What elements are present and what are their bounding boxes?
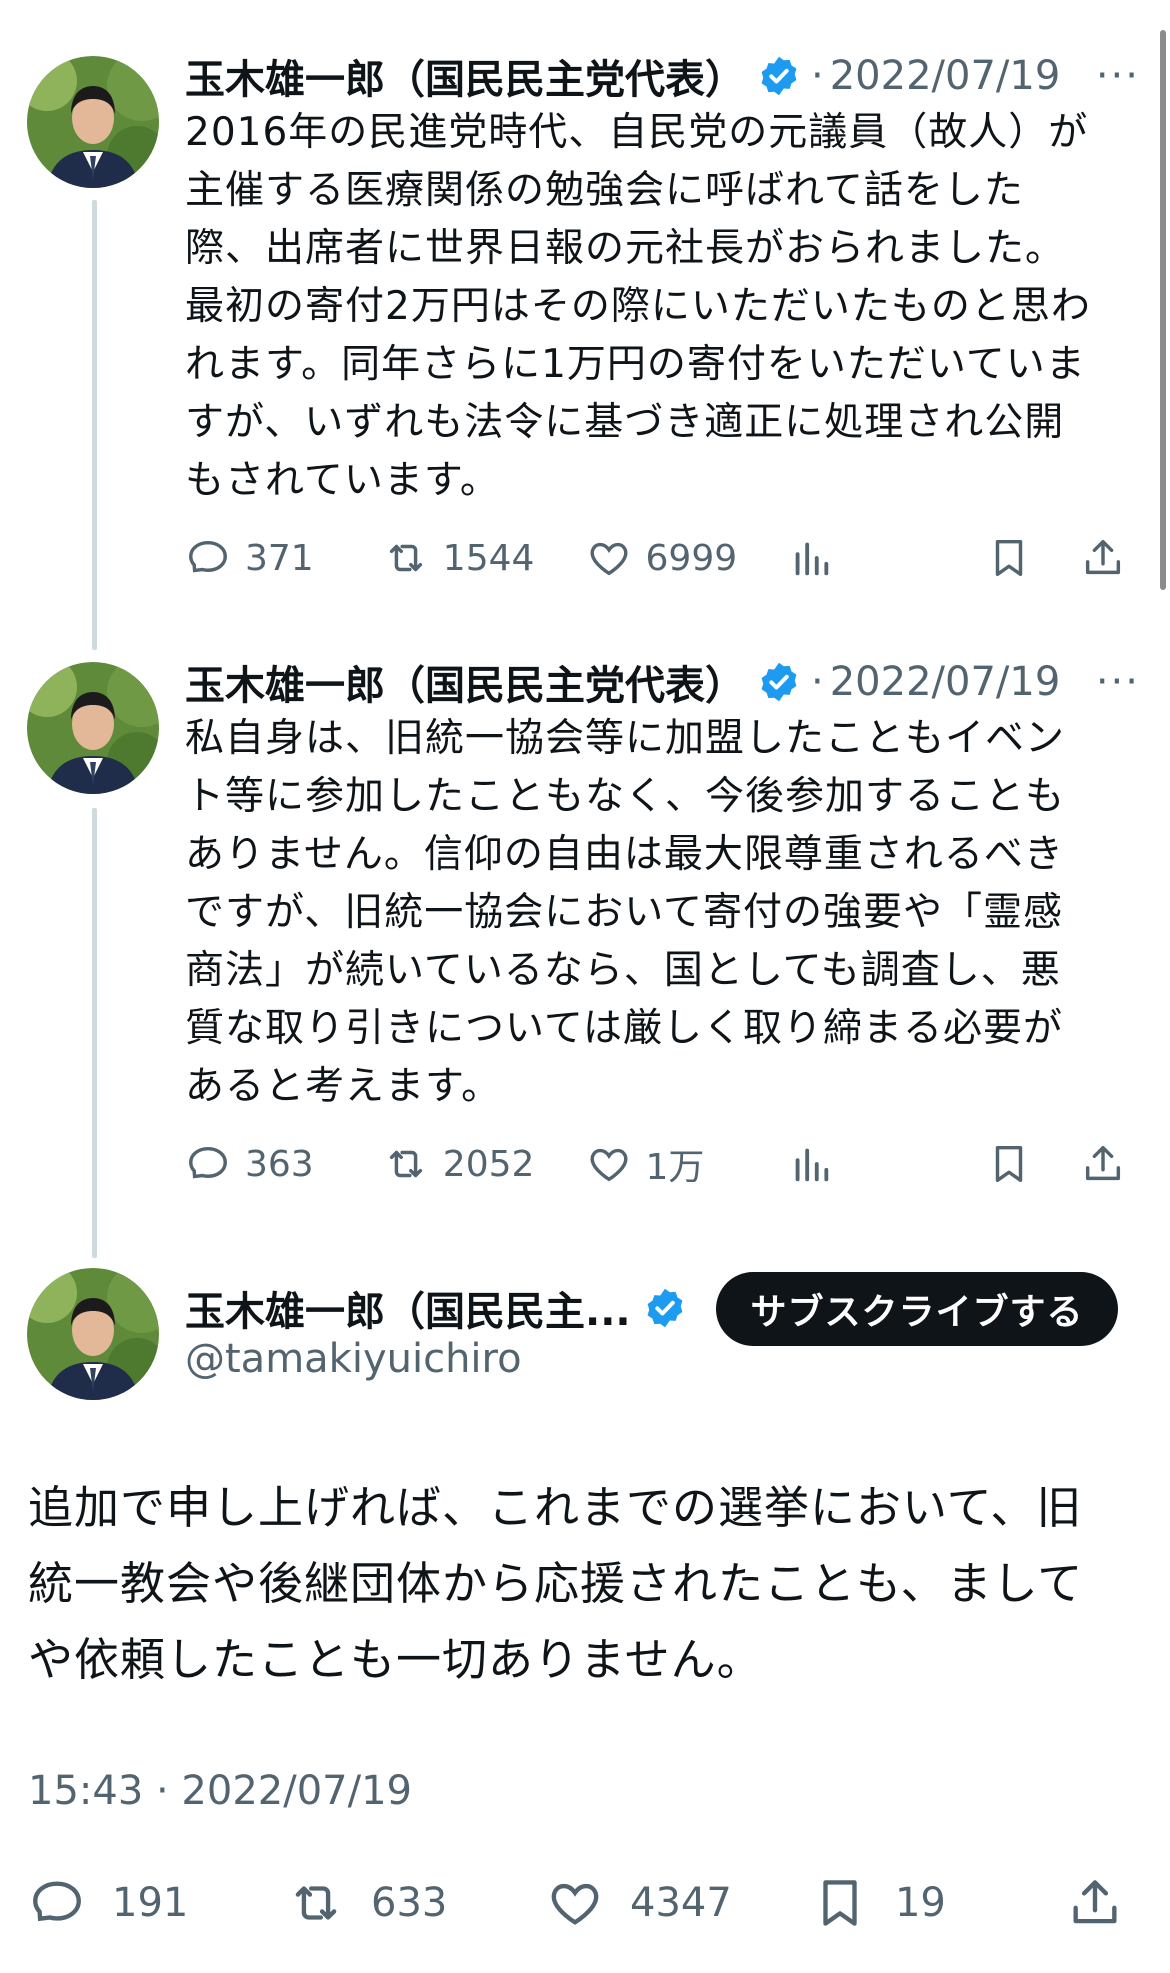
reply-icon — [185, 535, 231, 581]
like-icon — [586, 535, 632, 581]
bookmark-button[interactable] — [986, 1141, 1080, 1187]
more-icon[interactable]: ··· — [1096, 659, 1140, 705]
thread-connector-line — [92, 200, 97, 650]
retweet-button[interactable]: 2052 — [383, 1141, 586, 1187]
share-button[interactable] — [1066, 1874, 1150, 1932]
author-handle[interactable]: @tamakiyuichiro — [185, 1336, 522, 1382]
tweet-date[interactable]: 2022/07/19 — [830, 53, 1061, 99]
tweet-actions: 363 2052 1万 — [185, 1134, 1140, 1194]
thread-connector-line — [92, 808, 97, 1258]
separator: · — [811, 659, 824, 705]
main-tweet-actions: 191 633 4347 19 — [28, 1868, 1150, 1938]
scrollbar[interactable] — [1160, 30, 1166, 590]
reply-icon — [28, 1874, 86, 1932]
like-button[interactable]: 1万 — [586, 1138, 789, 1190]
tweet-header: 玉木雄一郎（国民民主党代表） · 2022/07/19 ··· — [185, 654, 1140, 710]
author-name[interactable]: 玉木雄一郎（国民民主党代表） — [185, 653, 745, 711]
share-button[interactable] — [1080, 1141, 1140, 1187]
retweet-button[interactable]: 1544 — [383, 535, 586, 581]
avatar[interactable] — [27, 662, 159, 794]
retweet-count: 1544 — [442, 537, 535, 579]
tweet-actions: 371 1544 6999 — [185, 528, 1140, 588]
reply-button[interactable]: 191 — [28, 1874, 287, 1932]
reply-icon — [185, 1141, 231, 1187]
bookmark-icon — [811, 1874, 869, 1932]
views-button[interactable] — [788, 535, 986, 581]
reply-count: 371 — [245, 537, 314, 579]
tweet-timestamp[interactable]: 15:43 · 2022/07/19 — [28, 1768, 412, 1814]
tweet-header: 玉木雄一郎（国民民主党代表） · 2022/07/19 ··· — [185, 48, 1140, 104]
verified-icon — [757, 54, 801, 98]
reply-count: 363 — [245, 1143, 314, 1185]
tweet-text: 2016年の民進党時代、自民党の元議員（故人）が 主催する医療関係の勉強会に呼ば… — [185, 110, 1091, 503]
tweet-text: 私自身は、旧統一協会等に加盟したこともイベン ト等に参加したこともなく、今後参加… — [185, 716, 1066, 1109]
like-icon — [586, 1141, 632, 1187]
bookmark-button[interactable] — [986, 535, 1080, 581]
bookmark-button[interactable]: 19 — [811, 1874, 1066, 1932]
like-count: 6999 — [645, 537, 738, 579]
bookmark-icon — [986, 1141, 1032, 1187]
views-icon — [788, 535, 834, 581]
retweet-icon — [287, 1874, 345, 1932]
verified-icon — [757, 660, 801, 704]
reply-button[interactable]: 371 — [185, 535, 383, 581]
tweet-date[interactable]: 2022/07/19 — [830, 659, 1061, 705]
bookmark-count: 19 — [894, 1880, 946, 1926]
views-button[interactable] — [788, 1141, 986, 1187]
like-button[interactable]: 4347 — [546, 1874, 811, 1932]
like-count: 4347 — [630, 1880, 732, 1926]
retweet-icon — [383, 535, 429, 581]
reply-button[interactable]: 363 — [185, 1141, 383, 1187]
main-tweet-header: 玉木雄一郎（国民民主... — [185, 1280, 697, 1336]
author-name[interactable]: 玉木雄一郎（国民民主党代表） — [185, 47, 745, 105]
views-icon — [788, 1141, 834, 1187]
author-name[interactable]: 玉木雄一郎（国民民主... — [185, 1279, 631, 1337]
main-tweet-text: 追加で申し上げれば、これまでの選挙において、旧 統一教会や後継団体から応援された… — [28, 1481, 1084, 1686]
verified-icon — [643, 1286, 687, 1330]
retweet-icon — [383, 1141, 429, 1187]
share-icon — [1080, 535, 1126, 581]
share-button[interactable] — [1080, 535, 1140, 581]
subscribe-button[interactable]: サブスクライブする — [716, 1272, 1118, 1346]
share-icon — [1080, 1141, 1126, 1187]
retweet-button[interactable]: 633 — [287, 1874, 546, 1932]
like-icon — [546, 1874, 604, 1932]
retweet-count: 2052 — [442, 1143, 535, 1185]
avatar[interactable] — [27, 1268, 159, 1400]
retweet-count: 633 — [371, 1880, 448, 1926]
like-button[interactable]: 6999 — [586, 535, 789, 581]
separator: · — [811, 53, 824, 99]
bookmark-icon — [986, 535, 1032, 581]
share-icon — [1066, 1874, 1124, 1932]
like-count: 1万 — [645, 1147, 705, 1188]
avatar[interactable] — [27, 56, 159, 188]
reply-count: 191 — [112, 1880, 189, 1926]
more-icon[interactable]: ··· — [1096, 53, 1140, 99]
